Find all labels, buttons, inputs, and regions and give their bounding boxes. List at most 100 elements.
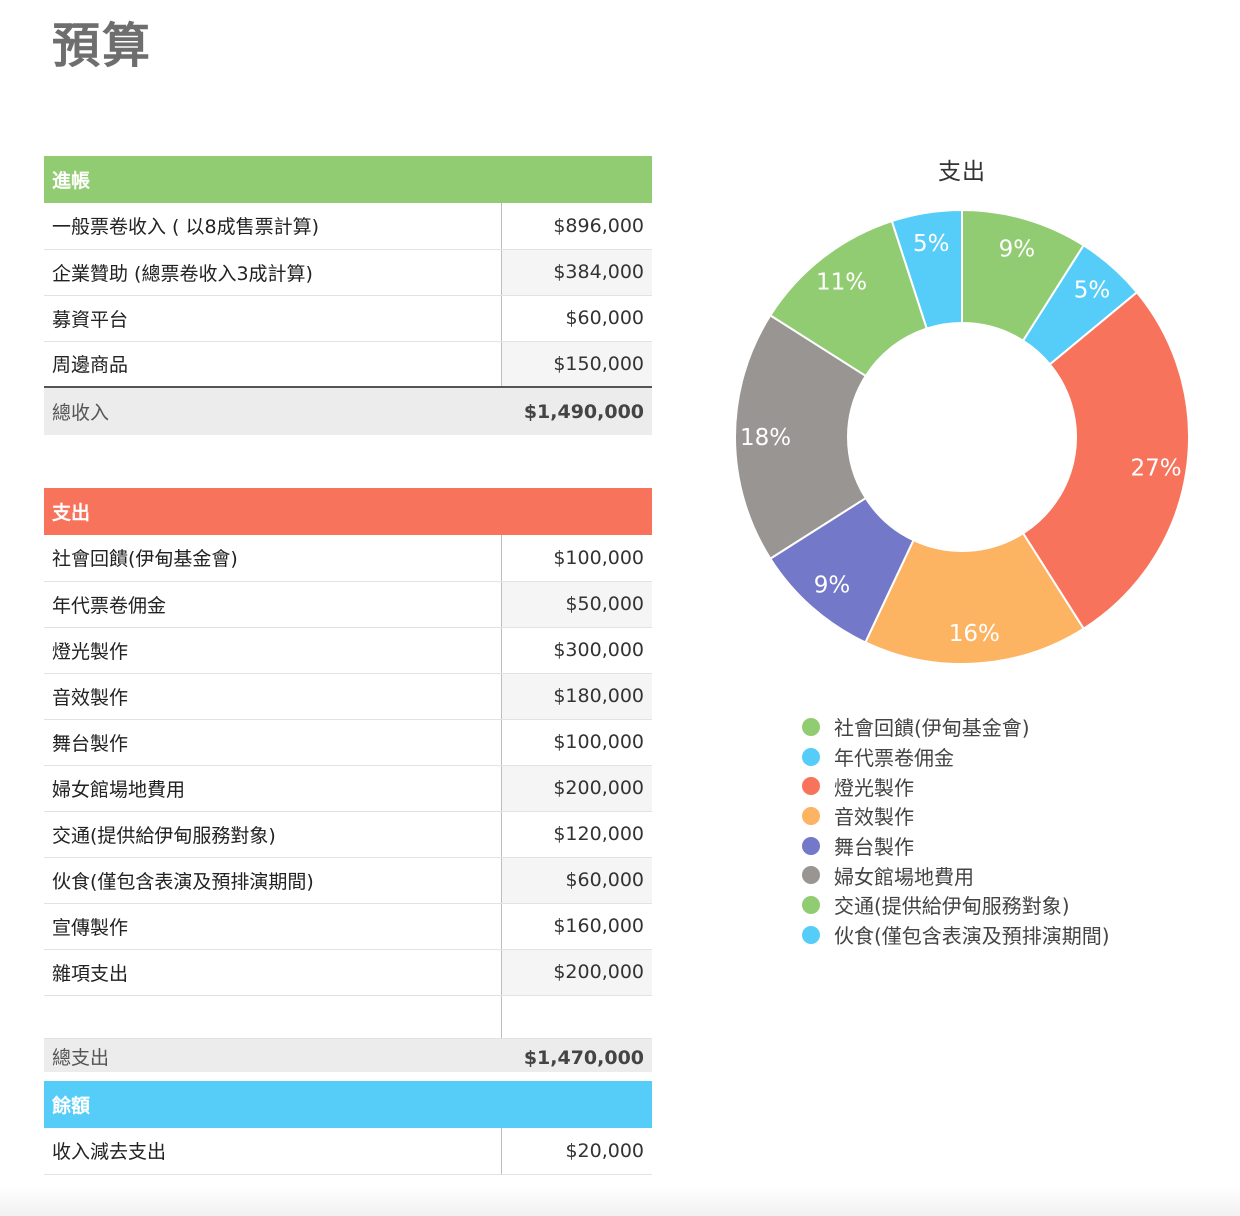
legend-item-2: 燈光製作 [802, 771, 1110, 801]
row-value: $200,000 [501, 765, 653, 812]
row-value: $150,000 [501, 341, 653, 388]
legend-dot-icon [802, 866, 820, 885]
table-row: 宣傳製作 $160,000 [44, 903, 653, 950]
chart-title: 支出 [938, 159, 986, 185]
legend-dot-icon [802, 836, 820, 855]
empty-cell [44, 995, 502, 1039]
table-row: 募資平台 $60,000 [44, 295, 653, 342]
table-row: 婦女館場地費用 $200,000 [44, 765, 653, 812]
expense-donut-chart: 支出 9% 5% 27% 16% 9% 18% 11% 5% [722, 140, 1202, 680]
legend-label: 交通(提供給伊甸服務對象) [834, 894, 1070, 919]
slice-label-5: 18% [740, 425, 791, 451]
row-value: $160,000 [501, 903, 653, 950]
income-header-row: 進帳 [44, 156, 653, 203]
expense-header: 支出 [44, 488, 653, 535]
table-row: 燈光製作 $300,000 [44, 627, 653, 674]
row-value: $60,000 [501, 295, 653, 342]
row-label: 舞台製作 [44, 719, 502, 766]
income-header: 進帳 [44, 156, 653, 203]
expense-total-row: 總支出 $1,470,000 [44, 1038, 653, 1072]
row-value: $180,000 [501, 673, 653, 720]
slice-label-1: 5% [1074, 278, 1111, 304]
legend-label: 社會回饋(伊甸基金會) [834, 716, 1030, 741]
balance-header: 餘額 [44, 1081, 653, 1128]
slice-label-4: 9% [814, 572, 851, 598]
legend-label: 年代票卷佣金 [834, 746, 954, 771]
row-value: $100,000 [501, 535, 653, 582]
table-row: 一般票卷收入 ( 以8成售票計算) $896,000 [44, 203, 653, 250]
row-label: 宣傳製作 [44, 903, 502, 950]
slice-label-7: 5% [913, 231, 950, 257]
row-value: $50,000 [501, 581, 653, 628]
slice-label-3: 16% [949, 621, 1000, 647]
table-row: 音效製作 $180,000 [44, 673, 653, 720]
legend-label: 伙食(僅包含表演及預排演期間) [834, 924, 1110, 949]
legend-label: 音效製作 [834, 805, 914, 830]
legend-item-1: 年代票卷佣金 [802, 742, 1110, 772]
table-row: 周邊商品 $150,000 [44, 341, 653, 388]
row-value: $896,000 [501, 203, 653, 250]
row-value: $100,000 [501, 719, 653, 766]
row-label: 收入減去支出 [44, 1128, 502, 1175]
legend-label: 燈光製作 [834, 775, 914, 800]
chart-legend: 社會回饋(伊甸基金會) 年代票卷佣金 燈光製作音效製作舞台製作婦女館場地費用交通(提… [802, 712, 1110, 950]
income-total-label: 總收入 [44, 387, 501, 435]
row-label: 雜項支出 [44, 949, 502, 996]
row-label: 年代票卷佣金 [44, 581, 502, 628]
income-total-value: $1,490,000 [501, 387, 653, 435]
legend-item-5: 婦女館場地費用 [802, 860, 1110, 890]
table-row: 交通(提供給伊甸服務對象) $120,000 [44, 811, 653, 858]
legend-item-6: 交通(提供給伊甸服務對象) [802, 890, 1110, 920]
table-row: 伙食(僅包含表演及預排演期間) $60,000 [44, 857, 653, 904]
bottom-bar [0, 1186, 1240, 1216]
expense-header-row: 支出 [44, 488, 653, 535]
row-value: $120,000 [501, 811, 653, 858]
legend-item-7: 伙食(僅包含表演及預排演期間) [802, 920, 1110, 950]
slice-label-2: 27% [1131, 456, 1182, 482]
legend-dot-icon [802, 717, 820, 736]
table-row: 社會回饋(伊甸基金會) $100,000 [44, 535, 653, 582]
donut-svg: 9% 5% 27% 16% 9% 18% 11% 5% [734, 208, 1190, 665]
legend-dot-icon [802, 777, 820, 796]
row-value: $20,000 [501, 1128, 653, 1175]
row-label: 周邊商品 [44, 341, 502, 388]
table-row: 雜項支出 $200,000 [44, 949, 653, 996]
legend-dot-icon [802, 895, 820, 914]
page-title: 預算 [52, 18, 153, 74]
income-total-row: 總收入 $1,490,000 [44, 387, 653, 435]
expense-total-label: 總支出 [44, 1038, 501, 1072]
row-label: 音效製作 [44, 673, 502, 720]
row-value: $60,000 [501, 857, 653, 904]
legend-dot-icon [802, 806, 820, 825]
row-value: $384,000 [501, 249, 653, 296]
legend-item-0: 社會回饋(伊甸基金會) [802, 712, 1110, 742]
slice-label-6: 11% [816, 270, 867, 296]
row-label: 燈光製作 [44, 627, 502, 674]
table-row: 舞台製作 $100,000 [44, 719, 653, 766]
legend-label: 舞台製作 [834, 835, 914, 860]
balance-header-row: 餘額 [44, 1081, 653, 1128]
legend-dot-icon [802, 747, 820, 766]
row-value: $300,000 [501, 627, 653, 674]
row-value: $200,000 [501, 949, 653, 996]
balance-table: 餘額 收入減去支出 $20,000 [44, 1081, 653, 1175]
empty-cell [501, 995, 653, 1039]
row-label: 企業贊助 (總票卷收入3成計算) [44, 249, 502, 296]
legend-dot-icon [802, 925, 820, 944]
table-row: 企業贊助 (總票卷收入3成計算) $384,000 [44, 249, 653, 296]
legend-label: 婦女館場地費用 [834, 864, 974, 889]
legend-item-4: 舞台製作 [802, 831, 1110, 861]
slice-label-0: 9% [999, 236, 1036, 262]
legend-item-3: 音效製作 [802, 801, 1110, 831]
table-row: 收入減去支出 $20,000 [44, 1128, 653, 1175]
row-label: 婦女館場地費用 [44, 765, 502, 812]
row-label: 交通(提供給伊甸服務對象) [44, 811, 502, 858]
expense-total-value: $1,470,000 [501, 1038, 653, 1072]
row-label: 伙食(僅包含表演及預排演期間) [44, 857, 502, 904]
row-label: 募資平台 [44, 295, 502, 342]
row-label: 社會回饋(伊甸基金會) [44, 535, 502, 582]
income-table: 進帳 一般票卷收入 ( 以8成售票計算) $896,000 企業贊助 (總票卷收入3成… [44, 156, 653, 435]
row-label: 一般票卷收入 ( 以8成售票計算) [44, 203, 502, 250]
empty-row [44, 995, 653, 1039]
expense-table: 支出 社會回饋(伊甸基金會) $100,000 年代票卷佣金 $50,000 燈光製作 $3… [44, 488, 653, 1072]
